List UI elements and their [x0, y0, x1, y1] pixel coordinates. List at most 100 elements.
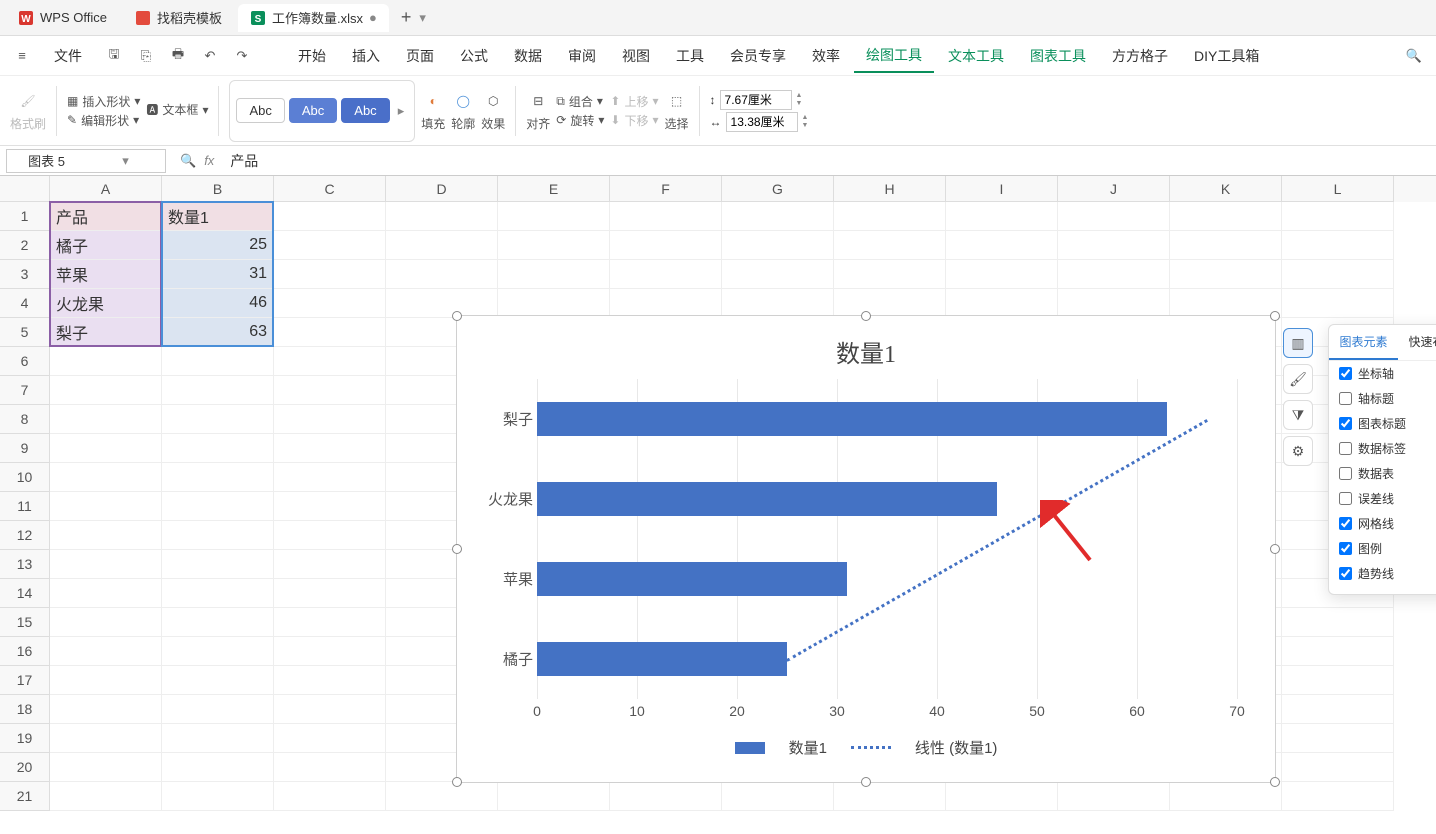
- row-header[interactable]: 5: [0, 318, 50, 347]
- tab-app[interactable]: W WPS Office: [6, 4, 119, 32]
- row-header[interactable]: 8: [0, 405, 50, 434]
- cell[interactable]: [1282, 695, 1394, 724]
- chart-element-checkbox[interactable]: [1339, 367, 1352, 380]
- menu-chart-tools[interactable]: 图表工具: [1018, 40, 1098, 72]
- row-header[interactable]: 1: [0, 202, 50, 231]
- height-input[interactable]: [720, 90, 792, 110]
- chart-object[interactable]: 数量1 梨子火龙果苹果橘子 010203040506070 数量1 线性 (数量…: [456, 315, 1276, 783]
- cell[interactable]: [162, 405, 274, 434]
- chart-bar[interactable]: [537, 562, 847, 596]
- cell[interactable]: [1282, 724, 1394, 753]
- row-header[interactable]: 4: [0, 289, 50, 318]
- panel-tab-layout[interactable]: 快速布局: [1398, 325, 1436, 360]
- cell[interactable]: [834, 782, 946, 811]
- chart-element-option[interactable]: 网格线: [1329, 511, 1436, 536]
- chart-element-checkbox[interactable]: [1339, 442, 1352, 455]
- cell[interactable]: [274, 202, 386, 231]
- resize-handle[interactable]: [1270, 777, 1280, 787]
- col-header[interactable]: C: [274, 176, 386, 202]
- cell-B3[interactable]: 31: [162, 260, 274, 289]
- cell[interactable]: [162, 753, 274, 782]
- redo-icon[interactable]: ↷: [230, 44, 254, 68]
- formula-text[interactable]: 产品: [222, 151, 266, 171]
- chart-element-checkbox[interactable]: [1339, 492, 1352, 505]
- col-header[interactable]: H: [834, 176, 946, 202]
- row-header[interactable]: 6: [0, 347, 50, 376]
- menu-hamburger-icon[interactable]: ≡: [10, 44, 34, 68]
- resize-handle[interactable]: [861, 777, 871, 787]
- chart-element-option[interactable]: 误差线: [1329, 486, 1436, 511]
- cell[interactable]: [274, 231, 386, 260]
- width-input[interactable]: [726, 112, 798, 132]
- effect-button[interactable]: ⬡效果: [481, 89, 505, 132]
- edit-shape-button[interactable]: ✎编辑形状▾: [67, 112, 140, 129]
- cell[interactable]: [498, 289, 610, 318]
- cell[interactable]: [274, 260, 386, 289]
- cell[interactable]: [1170, 782, 1282, 811]
- chart-element-option[interactable]: 趋势线: [1329, 561, 1436, 586]
- cell-A4[interactable]: 火龙果: [50, 289, 162, 318]
- chart-style-button[interactable]: 🖌: [1283, 364, 1313, 394]
- cell[interactable]: [1282, 608, 1394, 637]
- namebox-dropdown-icon[interactable]: ▾: [86, 153, 165, 169]
- chart-element-checkbox[interactable]: [1339, 417, 1352, 430]
- resize-handle[interactable]: [1270, 311, 1280, 321]
- cell[interactable]: [274, 463, 386, 492]
- cell[interactable]: [274, 289, 386, 318]
- cell[interactable]: [274, 318, 386, 347]
- search-icon[interactable]: 🔍: [1402, 44, 1426, 68]
- menu-file[interactable]: 文件: [42, 40, 94, 72]
- cell[interactable]: [274, 637, 386, 666]
- cell-A3[interactable]: 苹果: [50, 260, 162, 289]
- cell[interactable]: [722, 260, 834, 289]
- cell[interactable]: [162, 463, 274, 492]
- insert-shape-button[interactable]: ▦插入形状▾: [67, 93, 140, 110]
- cell[interactable]: [50, 695, 162, 724]
- height-spinner[interactable]: ▲▼: [796, 92, 803, 108]
- row-header[interactable]: 2: [0, 231, 50, 260]
- cell[interactable]: [274, 608, 386, 637]
- cell[interactable]: [274, 666, 386, 695]
- cell[interactable]: [722, 289, 834, 318]
- cell-A5[interactable]: 梨子: [50, 318, 162, 347]
- style-preset-2[interactable]: Abc: [289, 98, 337, 123]
- cell[interactable]: [162, 608, 274, 637]
- col-header[interactable]: G: [722, 176, 834, 202]
- cell[interactable]: [50, 753, 162, 782]
- row-header[interactable]: 17: [0, 666, 50, 695]
- row-header[interactable]: 21: [0, 782, 50, 811]
- fx-icon[interactable]: fx: [204, 153, 214, 168]
- cell[interactable]: [1170, 260, 1282, 289]
- gallery-more-icon[interactable]: ▸: [394, 103, 409, 119]
- cell[interactable]: [386, 260, 498, 289]
- cell[interactable]: [50, 434, 162, 463]
- menu-member[interactable]: 会员专享: [718, 40, 798, 72]
- cell[interactable]: [946, 260, 1058, 289]
- cell[interactable]: [498, 231, 610, 260]
- cell[interactable]: [1282, 231, 1394, 260]
- cell[interactable]: [722, 782, 834, 811]
- cell[interactable]: [834, 260, 946, 289]
- cell[interactable]: [50, 521, 162, 550]
- textbox-button[interactable]: 🅰文本框▾: [146, 101, 208, 118]
- chart-element-checkbox[interactable]: [1339, 542, 1352, 555]
- cell[interactable]: [1282, 260, 1394, 289]
- menu-ffgz[interactable]: 方方格子: [1100, 40, 1180, 72]
- cell[interactable]: [946, 231, 1058, 260]
- cell[interactable]: [50, 608, 162, 637]
- menu-efficiency[interactable]: 效率: [800, 40, 852, 72]
- chart-element-checkbox[interactable]: [1339, 392, 1352, 405]
- cell[interactable]: [946, 782, 1058, 811]
- align-button[interactable]: ⊟对齐: [526, 89, 550, 132]
- chart-element-option[interactable]: 数据表: [1329, 461, 1436, 486]
- tab-dropdown-icon[interactable]: ▾: [419, 10, 426, 26]
- cell[interactable]: [946, 289, 1058, 318]
- cell[interactable]: [50, 463, 162, 492]
- chart-title[interactable]: 数量1: [457, 316, 1275, 379]
- chart-bar[interactable]: [537, 402, 1167, 436]
- style-preset-3[interactable]: Abc: [341, 98, 389, 123]
- cell[interactable]: [274, 347, 386, 376]
- cell[interactable]: [162, 695, 274, 724]
- chart-element-option[interactable]: 图表标题: [1329, 411, 1436, 436]
- width-spinner[interactable]: ▲▼: [802, 114, 809, 130]
